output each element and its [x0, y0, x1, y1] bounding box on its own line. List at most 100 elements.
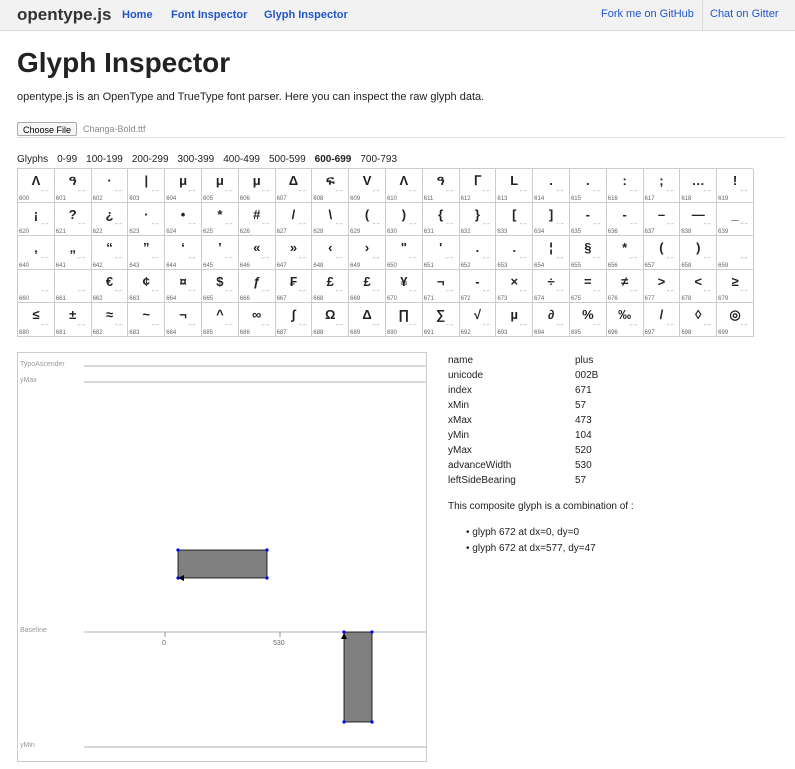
glyph-cell[interactable]: — ⌐ ⌐ 638	[680, 202, 718, 237]
glyph-cell[interactable]: - ⌐ ⌐ 672	[459, 269, 497, 304]
glyph-cell[interactable]: [⌐ ⌐ 633	[496, 202, 534, 237]
glyph-cell[interactable]: ¦ ⌐ ⌐ 654	[533, 236, 570, 270]
glyph-cell[interactable]: Δ ⌐ ⌐ 607	[275, 169, 313, 203]
glyph-cell[interactable]: ' ⌐ ⌐ 651	[422, 236, 460, 270]
glyph-cell[interactable]: . ⌐ ⌐ 614	[533, 169, 570, 203]
glyph-cell[interactable]: * ⌐ ⌐ 656	[606, 236, 644, 270]
glyph-cell[interactable]: ¡ ⌐ ⌐ 620	[18, 202, 55, 237]
glyph-cell[interactable]: μ ⌐ ⌐ 605	[201, 169, 239, 203]
glyph-cell[interactable]: > ⌐ ⌐ 677	[643, 269, 681, 304]
glyph-cell[interactable]: μ ⌐ ⌐ 606	[238, 169, 276, 203]
glyph-cell[interactable]: ± ⌐ ⌐ 681	[54, 303, 92, 337]
glyph-cell[interactable]: ≈ ⌐ ⌐ 682	[91, 303, 129, 337]
glyph-cell[interactable]: - ⌐ ⌐ 636	[606, 202, 644, 237]
glyph-cell[interactable]: «⌐ ⌐ 646	[238, 236, 276, 270]
glyph-cell[interactable]: ] ⌐ ⌐ 634	[533, 202, 570, 237]
glyph-cell[interactable]: „ ⌐ ⌐ 641	[54, 236, 92, 270]
glyph-cell[interactable]: ÷ ⌐ ⌐ 674	[533, 269, 570, 304]
glyph-cell[interactable]: ዓ ⌐ ⌐ 611	[422, 169, 460, 203]
glyph-cell[interactable]: ◎ ⌐ ⌐ 699	[717, 303, 754, 337]
glyph-cell[interactable]: ¥ ⌐ ⌐ 670	[385, 269, 423, 304]
glyph-cell[interactable]: ᒥ ⌐ ⌐ 612	[459, 169, 497, 203]
range-link-700-793[interactable]: 700-793	[360, 154, 397, 165]
glyph-cell[interactable]: # ⌐ ⌐ 626	[238, 202, 276, 237]
glyph-cell[interactable]: . ⌐ ⌐ 652	[459, 236, 497, 270]
glyph-cell[interactable]: ! ⌐ ⌐ 619	[717, 169, 754, 203]
glyph-cell[interactable]: ≤ ⌐ ⌐ 680	[18, 303, 55, 337]
glyph-cell[interactable]: ∞ ⌐ ⌐ 686	[238, 303, 276, 337]
glyph-cell[interactable]: ⌐ ⌐ 660	[18, 269, 55, 304]
glyph-cell[interactable]: ≥ ⌐ ⌐ 679	[717, 269, 754, 304]
glyph-cell[interactable]: ¢ ⌐ ⌐ 663	[128, 269, 166, 304]
range-link-600-699[interactable]: 600-699	[315, 154, 352, 165]
glyph-cell[interactable]: ¿ ⌐ ⌐ 622	[91, 202, 129, 237]
glyph-cell[interactable]: ◊ ⌐ ⌐ 698	[680, 303, 718, 337]
glyph-cell[interactable]: · ⌐ ⌐ 623	[128, 202, 166, 237]
glyph-cell[interactable]: ∑ ⌐ ⌐ 691	[422, 303, 460, 337]
glyph-cell[interactable]: ¬ ⌐ ⌐ 684	[165, 303, 202, 337]
glyph-cell[interactable]: (⌐ ⌐ 657	[643, 236, 681, 270]
glyph-cell[interactable]: . ⌐ ⌐ 615	[569, 169, 607, 203]
range-link-300-399[interactable]: 300-399	[178, 154, 215, 165]
glyph-cell[interactable]: = ⌐ ⌐ 675	[569, 269, 607, 304]
glyph-cell[interactable]: µ ⌐ ⌐ 693	[496, 303, 534, 337]
glyph-cell[interactable]: ’ ⌐ ⌐ 645	[201, 236, 239, 270]
glyph-cell[interactable]: – ⌐ ⌐ 637	[643, 202, 681, 237]
glyph-cell[interactable]: ) ⌐ ⌐ 630	[385, 202, 423, 237]
glyph-cell[interactable]: × ⌐ ⌐ 673	[496, 269, 534, 304]
glyph-cell[interactable]: {⌐ ⌐ 631	[422, 202, 460, 237]
glyph-cell[interactable]: ” ⌐ ⌐ 643	[128, 236, 166, 270]
glyph-cell[interactable]: / ⌐ ⌐ 627	[275, 202, 313, 237]
glyph-cell[interactable]: ¬ ⌐ ⌐ 671	[422, 269, 460, 304]
range-link-0-99[interactable]: 0-99	[57, 154, 77, 165]
glyph-cell[interactable]: - ⌐ ⌐ 635	[569, 202, 607, 237]
glyph-cell[interactable]: ‹ ⌐ ⌐ 648	[312, 236, 350, 270]
glyph-cell[interactable]: § ⌐ ⌐ 655	[569, 236, 607, 270]
glyph-cell[interactable]: … ⌐ ⌐ 618	[680, 169, 718, 203]
glyph-cell[interactable]: μ ⌐ ⌐ 604	[165, 169, 202, 203]
glyph-cell[interactable]: ^ ⌐ ⌐ 685	[201, 303, 239, 337]
glyph-cell[interactable]: Λ ⌐ ⌐ 600	[18, 169, 55, 203]
glyph-cell[interactable]: ‚ ⌐ ⌐ 640	[18, 236, 55, 270]
glyph-cell[interactable]: √ ⌐ ⌐ 692	[459, 303, 497, 337]
glyph-cell[interactable]: " ⌐ ⌐ 650	[385, 236, 423, 270]
glyph-cell[interactable]: ) ⌐ ⌐ 658	[680, 236, 718, 270]
glyph-cell[interactable]: ⌐ ⌐ 661	[54, 269, 92, 304]
glyph-cell[interactable]: › ⌐ ⌐ 649	[349, 236, 386, 270]
range-link-100-199[interactable]: 100-199	[86, 154, 123, 165]
glyph-cell[interactable]: ዓ ⌐ ⌐ 601	[54, 169, 92, 203]
glyph-cell[interactable]: \ ⌐ ⌐ 628	[312, 202, 350, 237]
glyph-cell[interactable]: ⌐ ⌐ 659	[717, 236, 754, 270]
range-link-400-499[interactable]: 400-499	[223, 154, 260, 165]
range-link-200-299[interactable]: 200-299	[132, 154, 169, 165]
glyph-cell[interactable]: € ⌐ ⌐ 662	[91, 269, 129, 304]
glyph-cell[interactable]: ~ ⌐ ⌐ 683	[128, 303, 166, 337]
glyph-cell[interactable]: · ⌐ ⌐ 602	[91, 169, 129, 203]
glyph-cell[interactable]: . ⌐ ⌐ 653	[496, 236, 534, 270]
glyph-cell[interactable]: Δ ⌐ ⌐ 689	[349, 303, 386, 337]
glyph-cell[interactable]: L ⌐ ⌐ 613	[496, 169, 534, 203]
glyph-cell[interactable]: £ ⌐ ⌐ 668	[312, 269, 350, 304]
nav-glyph-inspector-link[interactable]: Glyph Inspector	[264, 9, 348, 21]
glyph-cell[interactable]: • ⌐ ⌐ 624	[165, 202, 202, 237]
range-link-500-599[interactable]: 500-599	[269, 154, 306, 165]
glyph-cell[interactable]: » ⌐ ⌐ 647	[275, 236, 313, 270]
glyph-cell[interactable]: } ⌐ ⌐ 632	[459, 202, 497, 237]
glyph-cell[interactable]: “⌐ ⌐ 642	[91, 236, 129, 270]
glyph-cell[interactable]: ‰ ⌐ ⌐ 696	[606, 303, 644, 337]
glyph-cell[interactable]: ¤ ⌐ ⌐ 664	[165, 269, 202, 304]
glyph-cell[interactable]: £ ⌐ ⌐ 669	[349, 269, 386, 304]
brand-logo[interactable]: opentype.js	[17, 5, 111, 25]
glyph-cell[interactable]: ‘⌐ ⌐ 644	[165, 236, 202, 270]
glyph-cell[interactable]: % ⌐ ⌐ 695	[569, 303, 607, 337]
glyph-cell[interactable]: : ⌐ ⌐ 616	[606, 169, 644, 203]
glyph-cell[interactable]: ∏ ⌐ ⌐ 690	[385, 303, 423, 337]
gitter-link[interactable]: Chat on Gitter	[710, 8, 778, 20]
glyph-cell[interactable]: / ⌐ ⌐ 697	[643, 303, 681, 337]
choose-file-button[interactable]: Choose File	[17, 122, 78, 136]
glyph-cell[interactable]: V ⌐ ⌐ 609	[349, 169, 386, 203]
glyph-cell[interactable]: ≠ ⌐ ⌐ 676	[606, 269, 644, 304]
nav-font-inspector-link[interactable]: Font Inspector	[171, 9, 247, 21]
glyph-cell[interactable]: Ω ⌐ ⌐ 688	[312, 303, 350, 337]
glyph-cell[interactable]: $ ⌐ ⌐ 665	[201, 269, 239, 304]
